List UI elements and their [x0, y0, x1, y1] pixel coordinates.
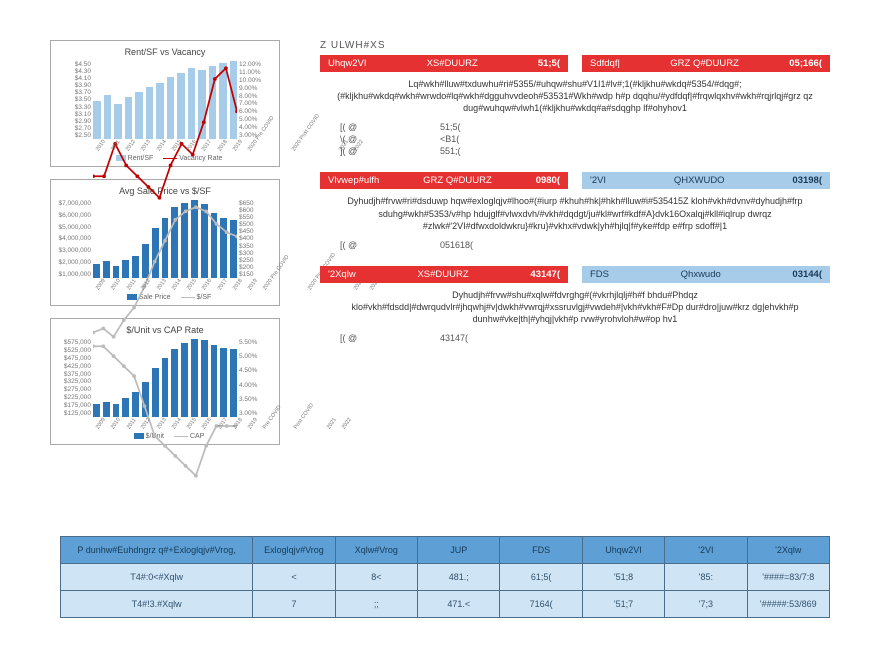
- chart3-yaxis-right: 5.50%5.00%4.50%4.00%3.50%3.00%: [239, 339, 273, 417]
- table-header-cell: '2Xqlw: [747, 537, 829, 564]
- pill-direction: QHXWUDO: [674, 175, 783, 186]
- market-breakdown-table: P dunhw#Euhdngrz q#+Exloglqjv#Vrog,Exlog…: [60, 536, 830, 618]
- key-value-row: [( @ 051618(: [340, 240, 830, 250]
- kv-value: 551;(: [440, 146, 461, 156]
- table-header-cell: Uhqw2VI: [582, 537, 664, 564]
- chart1-plot: $4.50$4.30$4.10$3.90$3.70$3.50$3.30$3.10…: [57, 61, 273, 153]
- table-cell: '51;7: [582, 591, 664, 618]
- chart2-xaxis: 2009201020112012201320142015201620172018…: [93, 278, 237, 292]
- table-header-cell: '2VI: [665, 537, 747, 564]
- pill-value: 51;5(: [538, 58, 560, 69]
- pill-direction: XS#DUURZ: [417, 269, 520, 280]
- pill-value: 03144(: [792, 269, 822, 280]
- pill-label: Uhqw2VI: [328, 58, 417, 69]
- table-header-cell: P dunhw#Euhdngrz q#+Exloglqjv#Vrog,: [61, 537, 253, 564]
- table-cell: 481.;: [418, 564, 500, 591]
- chart1-yaxis-left: $4.50$4.30$4.10$3.90$3.70$3.50$3.30$3.10…: [57, 61, 91, 139]
- table-cell: '7;3: [665, 591, 747, 618]
- pill-value: 03198(: [792, 175, 822, 186]
- chart3-line: [93, 339, 237, 483]
- kv-value: 051618(: [440, 240, 473, 250]
- writeup-paragraph: Dyhudjh#frvw#shu#xqlw#fdvrghg#(#vkrhjlql…: [326, 289, 824, 325]
- pill-label: '2Xqlw: [328, 269, 407, 280]
- table-header-cell: Exloglqjv#Vrog: [253, 537, 335, 564]
- kv-key: [( @: [340, 333, 380, 343]
- kv-value: <B1(: [440, 134, 459, 144]
- metric-pill: Vlvwep#ulfh GRZ Q#DUURZ 0980(: [320, 172, 568, 189]
- kv-key: \( @: [340, 134, 380, 144]
- chart2-plot: $7,000,000$6,000,000$5,000,000$4,000,000…: [57, 200, 273, 292]
- pill-label: Vlvwep#ulfh: [328, 175, 413, 186]
- chart2-yaxis-right: $650$600$550$500$450$400$350$300$250$200…: [239, 200, 273, 278]
- table-cell: 7: [253, 591, 335, 618]
- pill-direction: XS#DUURZ: [427, 58, 528, 69]
- writeup-heading: Z ULWH#XS: [320, 40, 830, 51]
- chart3-xaxis: 2009201020112012201320142015201620172018…: [93, 417, 237, 431]
- pill-direction: Qhxwudo: [681, 269, 783, 280]
- writeup-section: '2Xqlw XS#DUURZ 43147( FDS Qhxwudo 03144( Dyhu…: [320, 266, 830, 343]
- pill-row: Vlvwep#ulfh GRZ Q#DUURZ 0980( '2VI QHXWUDO 03…: [320, 172, 830, 189]
- writeup-panel: Z ULWH#XS Uhqw2VI XS#DUURZ 51;5( Sdfdqf| GRZ…: [320, 40, 830, 359]
- table-cell: 61;5(: [500, 564, 582, 591]
- metric-pill: Uhqw2VI XS#DUURZ 51;5(: [320, 55, 568, 72]
- writeup-section: Uhqw2VI XS#DUURZ 51;5( Sdfdqf| GRZ Q#DUURZ 05…: [320, 55, 830, 156]
- chart2-line: [93, 200, 237, 344]
- table-cell: 471.<: [418, 591, 500, 618]
- table-cell: ;;: [335, 591, 417, 618]
- metric-pill: FDS Qhxwudo 03144(: [582, 266, 830, 283]
- table-cell: T4#!3.#Xqlw: [61, 591, 253, 618]
- key-value-row: \( @ <B1(: [340, 134, 830, 144]
- table-header-cell: Xqlw#Vrog: [335, 537, 417, 564]
- key-value-row: [( @ 51;5(: [340, 122, 830, 132]
- chart2-yaxis-left: $7,000,000$6,000,000$5,000,000$4,000,000…: [57, 200, 91, 278]
- pill-value: 43147(: [530, 269, 560, 280]
- table-cell: '85:: [665, 564, 747, 591]
- chart1-xaxis: 2010201120122013201420152016201720182019…: [93, 139, 237, 153]
- pill-value: 05;166(: [789, 58, 822, 69]
- pill-label: FDS: [590, 269, 671, 280]
- table-header-row: P dunhw#Euhdngrz q#+Exloglqjv#Vrog,Exlog…: [61, 537, 830, 564]
- market-table: P dunhw#Euhdngrz q#+Exloglqjv#Vrog,Exlog…: [60, 536, 830, 618]
- pill-row: '2Xqlw XS#DUURZ 43147( FDS Qhxwudo 03144(: [320, 266, 830, 283]
- metric-pill: '2Xqlw XS#DUURZ 43147(: [320, 266, 568, 283]
- chart-rent-vs-vacancy: Rent/SF vs Vacancy $4.50$4.30$4.10$3.90$…: [50, 40, 280, 167]
- pill-direction: GRZ Q#DUURZ: [423, 175, 526, 186]
- kv-key: [( @: [340, 240, 380, 250]
- charts-column: Rent/SF vs Vacancy $4.50$4.30$4.10$3.90$…: [50, 40, 280, 457]
- pill-row: Uhqw2VI XS#DUURZ 51;5( Sdfdqf| GRZ Q#DUURZ 05…: [320, 55, 830, 72]
- table-cell: '####=83/7:8: [747, 564, 829, 591]
- key-value-row: [( @ 43147(: [340, 333, 830, 343]
- table-header-cell: JUP: [418, 537, 500, 564]
- kv-key: ]( @: [340, 146, 380, 156]
- metric-pill: Sdfdqf| GRZ Q#DUURZ 05;166(: [582, 55, 830, 72]
- chart3-plot: $575,000$525,000$475,000$425,000$375,000…: [57, 339, 273, 431]
- chart3-yaxis-left: $575,000$525,000$475,000$425,000$375,000…: [57, 339, 91, 417]
- pill-value: 0980(: [536, 175, 560, 186]
- writeup-paragraph: Lq#wkh#lluw#txduwhu#ri#5355/#uhqw#shu#V1…: [326, 78, 824, 114]
- table-cell: '51;8: [582, 564, 664, 591]
- metric-pill: '2VI QHXWUDO 03198(: [582, 172, 830, 189]
- pill-direction: GRZ Q#DUURZ: [670, 58, 779, 69]
- table-cell: T4#:0<#Xqlw: [61, 564, 253, 591]
- table-cell: <: [253, 564, 335, 591]
- kv-value: 43147(: [440, 333, 468, 343]
- table-cell: 7164(: [500, 591, 582, 618]
- table-cell: 8<: [335, 564, 417, 591]
- writeup-paragraph: Dyhudjh#frvw#ri#dsduwp hqw#exloglqjv#lho…: [326, 195, 824, 231]
- pill-label: '2VI: [590, 175, 664, 186]
- table-row: T4#!3.#Xqlw7;;471.<7164('51;7'7;3'#####:…: [61, 591, 830, 618]
- kv-value: 51;5(: [440, 122, 461, 132]
- kv-key: [( @: [340, 122, 380, 132]
- table-header-cell: FDS: [500, 537, 582, 564]
- table-cell: '#####:53/869: [747, 591, 829, 618]
- chart1-title: Rent/SF vs Vacancy: [57, 47, 273, 57]
- table-row: T4#:0<#Xqlw<8<481.;61;5('51;8'85:'####=8…: [61, 564, 830, 591]
- key-value-row: ]( @ 551;(: [340, 146, 830, 156]
- chart1-line: [93, 61, 237, 205]
- writeup-section: Vlvwep#ulfh GRZ Q#DUURZ 0980( '2VI QHXWUDO 03…: [320, 172, 830, 249]
- pill-label: Sdfdqf|: [590, 58, 660, 69]
